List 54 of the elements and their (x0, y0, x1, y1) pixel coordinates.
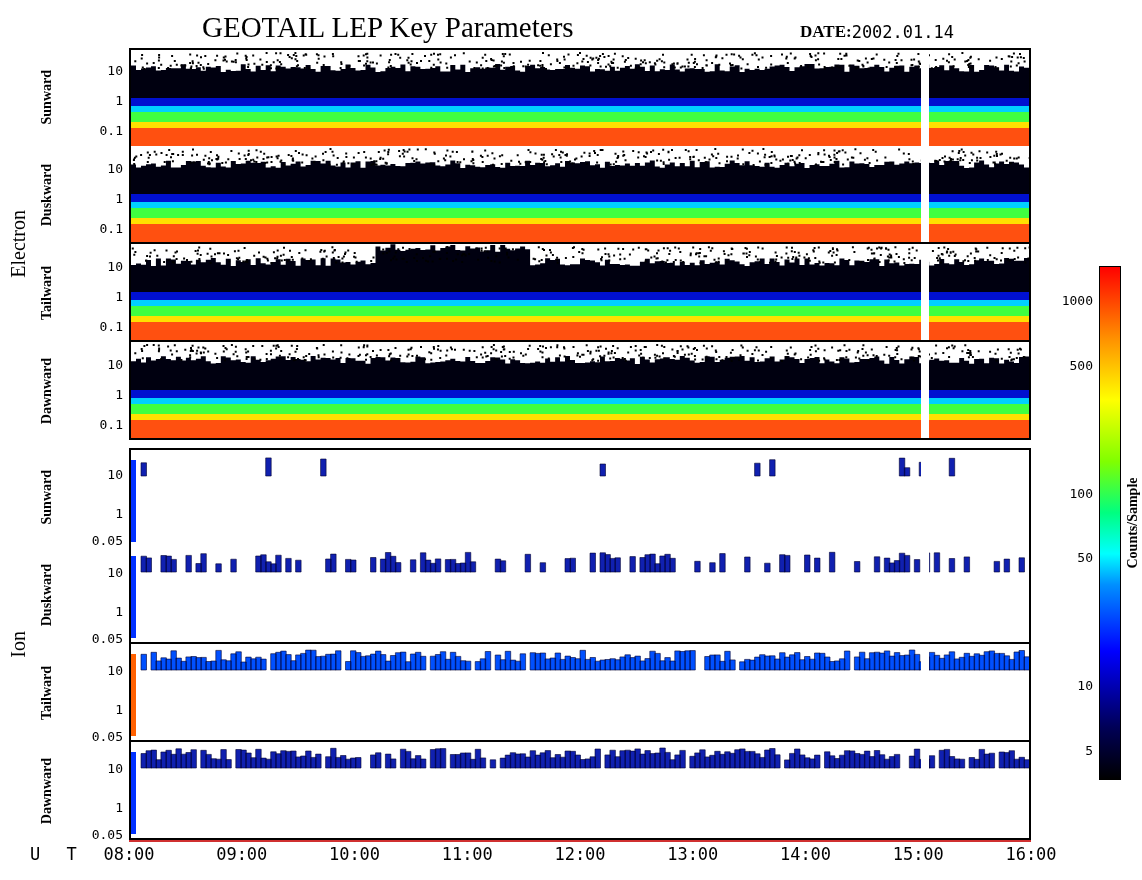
time-tick-label: 12:00 (553, 844, 607, 864)
panel-label: Sunward (39, 469, 55, 525)
axis-tick-label: 0.05 (91, 728, 123, 744)
axis-tick-label: 10 (107, 662, 123, 678)
panel-label: Tailward (39, 666, 55, 720)
axis-tick-label: 10 (107, 356, 123, 372)
time-tick-label: 11:00 (440, 844, 494, 864)
axis-tick-label: 10 (107, 564, 123, 580)
axis-tick-label: 1 (115, 92, 123, 108)
panel-label: Duskward (39, 163, 55, 227)
time-tick-label: 10:00 (327, 844, 382, 864)
panel-label: Dawnward (39, 357, 55, 425)
scale-tick-label: 500 (1069, 357, 1093, 373)
axis-tick-label: 0.05 (91, 630, 123, 646)
time-tick-label: 09:00 (215, 844, 269, 864)
axis-tick-label: 10 (107, 258, 123, 274)
axis-tick-label: 0.05 (91, 532, 123, 548)
axis-tick-label: 0.1 (99, 318, 123, 334)
scale-tick-label: 10 (1077, 677, 1093, 693)
axis-tick-label: 0.1 (99, 220, 123, 236)
axis-label: U T (29, 844, 86, 864)
scale-tick-label: 1000 (1061, 292, 1093, 308)
axis-tick-label: 1 (115, 701, 123, 717)
scale-tick-label: 5 (1085, 742, 1093, 758)
axis-tick-label: 1 (115, 386, 123, 402)
panel-label: Sunward (39, 69, 55, 125)
scale-label: Counts/Sample (1125, 477, 1141, 569)
time-tick-label: 14:00 (778, 844, 833, 864)
axis-tick-label: 10 (107, 760, 123, 776)
axis-tick-label: 1 (115, 288, 123, 304)
axis-tick-label: 1 (115, 603, 123, 619)
scale-tick-label: 50 (1077, 549, 1093, 565)
chart-title: GEOTAIL LEP Key Parameters (202, 11, 575, 45)
panel-label: Dawnward (39, 757, 55, 825)
axis-tick-label: 1 (115, 190, 123, 206)
panel-label: Tailward (39, 266, 55, 320)
time-tick-label: 15:00 (891, 844, 945, 864)
time-tick-label: 16:00 (1004, 844, 1058, 864)
species-label: Ion (6, 630, 30, 658)
species-label: Electron (6, 210, 30, 278)
time-tick-label: 13:00 (666, 844, 720, 864)
scale-tick-label: 100 (1069, 485, 1093, 501)
axis-tick-label: 10 (107, 466, 123, 482)
date-value: 2002.01.14 (851, 22, 954, 42)
axis-tick-label: 10 (107, 160, 123, 176)
axis-tick-label: 0.1 (99, 416, 123, 432)
axis-tick-label: 1 (115, 505, 123, 521)
axis-tick-label: 10 (107, 62, 123, 78)
axis-tick-label: 1 (115, 799, 123, 815)
axis-tick-label: 0.05 (91, 826, 123, 842)
time-tick-label: 08:00 (102, 844, 156, 864)
date-label: DATE: (800, 22, 852, 42)
axis-tick-label: 0.1 (99, 122, 123, 138)
panel-label: Duskward (39, 563, 55, 627)
